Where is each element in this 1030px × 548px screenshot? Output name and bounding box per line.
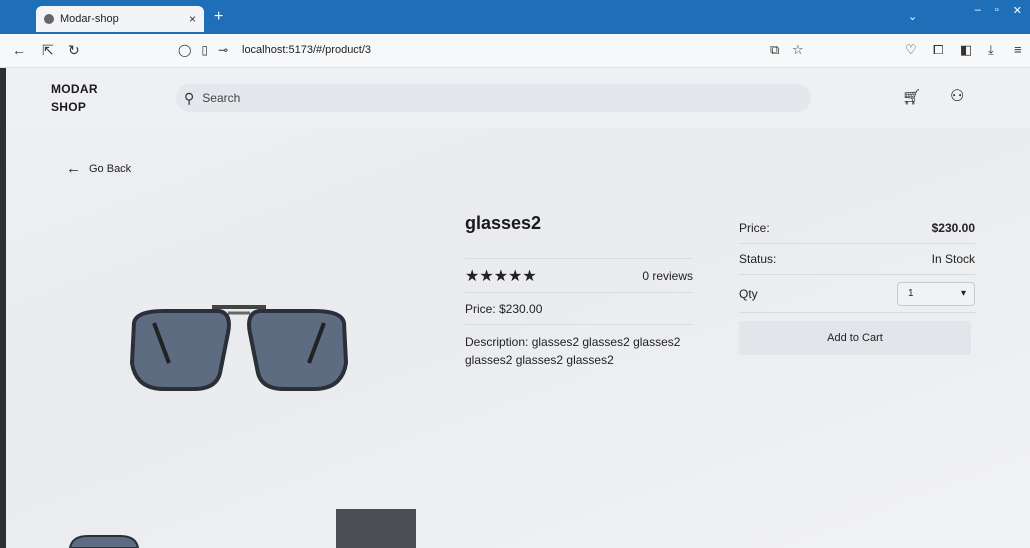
thumbnail-2[interactable] xyxy=(336,509,416,548)
thumbnail-1[interactable] xyxy=(68,532,140,548)
translate-ext-icon[interactable]: ◧ xyxy=(960,42,972,58)
product-info: glasses2 ★★★★★ 0 reviews Price: $230.00 … xyxy=(465,213,693,369)
forward-cursor-icon[interactable]: ⇱ xyxy=(42,42,54,59)
left-lens xyxy=(129,309,231,391)
menu-icon[interactable]: ≡ xyxy=(1014,42,1022,57)
site-header: MODAR SHOP ⚲ 🛒︎ ⚇ xyxy=(6,68,1030,128)
url-icons: ◯ ▯ ⊸ xyxy=(178,43,228,57)
window-controls: – ▫ ✕ xyxy=(975,4,1022,17)
status-label: Status: xyxy=(739,252,777,266)
browser-navbar: ← ⇱ ↻ ◯ ▯ ⊸ localhost:5173/#/product/3 ⧉… xyxy=(0,34,1030,68)
cart-icon[interactable]: 🛒︎ xyxy=(902,88,921,106)
page-icon[interactable]: ▯ xyxy=(201,43,208,57)
reviews-count: 0 reviews xyxy=(642,268,693,283)
shield-icon[interactable]: ◯ xyxy=(178,43,191,57)
add-to-cart-button[interactable]: Add to Cart xyxy=(739,321,971,355)
url-bar[interactable]: localhost:5173/#/product/3 xyxy=(242,44,371,56)
tab-close-icon[interactable]: × xyxy=(189,12,196,26)
back-arrow-icon: ← xyxy=(66,160,81,177)
logo-line2: SHOP xyxy=(51,100,87,114)
minimize-icon[interactable]: – xyxy=(975,4,981,17)
right-lens xyxy=(247,309,349,391)
product-title: glasses2 xyxy=(465,213,693,259)
new-tab-button[interactable]: + xyxy=(214,8,223,26)
product-price: Price: $230.00 xyxy=(465,293,693,325)
price-value: $230.00 xyxy=(931,221,975,235)
tab-list-chevron-icon[interactable]: ⌄ xyxy=(908,10,917,23)
search-bar[interactable]: ⚲ xyxy=(176,84,811,112)
search-input[interactable] xyxy=(202,91,763,105)
product-image xyxy=(129,305,349,391)
price-label: Price: xyxy=(739,221,770,235)
search-icon: ⚲ xyxy=(184,89,195,106)
page: MODAR SHOP ⚲ 🛒︎ ⚇ ← Go Back glasses2 ★★★… xyxy=(6,68,1030,548)
product-description: Description: glasses2 glasses2 glasses2 … xyxy=(465,335,681,367)
qty-value: 1 xyxy=(908,288,914,299)
user-icon[interactable]: ⚇ xyxy=(950,86,964,106)
extensions-icon[interactable]: ⧠ xyxy=(933,42,943,58)
star-bookmark-icon[interactable]: ☆ xyxy=(792,42,804,58)
tab-title: Modar-shop xyxy=(60,13,119,25)
download-icon[interactable]: ⤓ xyxy=(988,42,994,58)
restore-icon[interactable]: ▫ xyxy=(995,4,999,17)
qty-select[interactable]: 1 ▾ xyxy=(897,281,975,306)
browser-tab[interactable]: Modar-shop × xyxy=(36,6,204,32)
qty-label: Qty xyxy=(739,286,758,301)
thumbnail-1-glasses xyxy=(68,535,140,548)
key-icon[interactable]: ⊸ xyxy=(218,43,228,57)
back-arrow-icon[interactable]: ← xyxy=(12,42,26,58)
purchase-panel: Price: $230.00 Status: In Stock Qty 1 ▾ … xyxy=(739,213,975,355)
close-window-icon[interactable]: ✕ xyxy=(1013,4,1022,17)
rating-stars: ★★★★★ xyxy=(465,267,537,285)
qty-row: Qty 1 ▾ xyxy=(739,275,975,313)
browser-tabbar: Modar-shop × + ⌄ – ▫ ✕ xyxy=(0,0,1030,34)
logo-line1: MODAR xyxy=(51,82,98,96)
reload-icon[interactable]: ↻ xyxy=(68,42,80,59)
rating-row: ★★★★★ 0 reviews xyxy=(465,259,693,293)
pocket-icon[interactable]: ♡ xyxy=(905,42,917,58)
favicon-icon xyxy=(44,14,54,24)
price-row: Price: $230.00 xyxy=(739,213,975,244)
status-value: In Stock xyxy=(931,252,975,266)
go-back-label: Go Back xyxy=(89,162,132,175)
chevron-down-icon: ▾ xyxy=(960,288,966,299)
translate-icon[interactable]: ⧉ xyxy=(770,42,779,58)
go-back-link[interactable]: ← Go Back xyxy=(66,160,131,177)
site-logo[interactable]: MODAR SHOP xyxy=(51,80,98,116)
status-row: Status: In Stock xyxy=(739,244,975,275)
